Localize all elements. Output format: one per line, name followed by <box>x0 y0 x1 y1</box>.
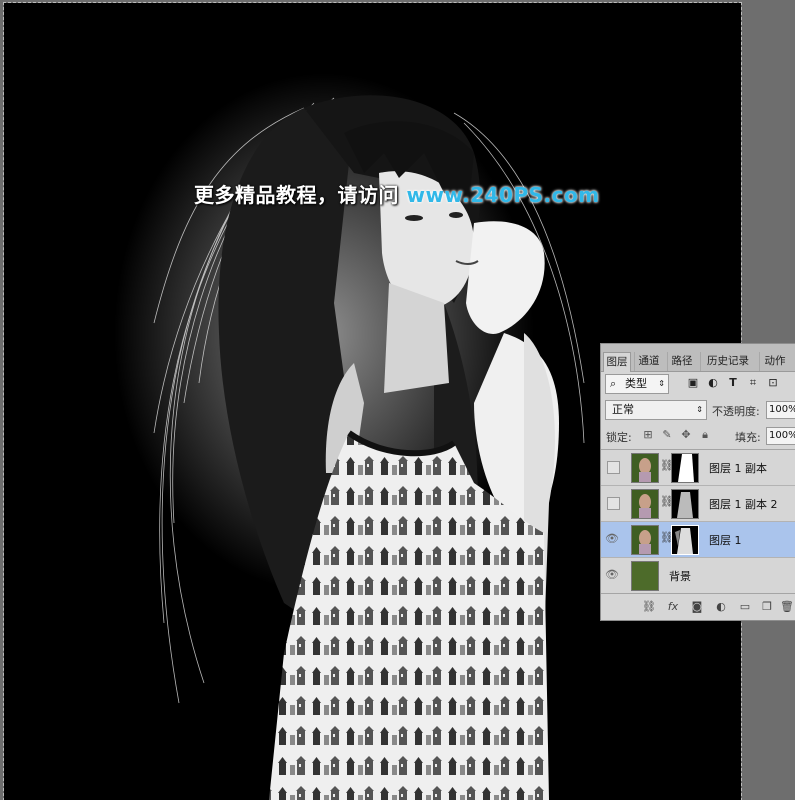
layer-thumbnail <box>631 489 659 519</box>
lock-image-icon[interactable]: ✎ <box>660 428 674 442</box>
new-group-icon[interactable]: ▭ <box>737 599 753 615</box>
adjustment-layer-icon[interactable]: ◐ <box>713 599 729 615</box>
layer-name[interactable]: 图层 1 副本 <box>709 460 767 476</box>
kind-filter-label: 类型 <box>625 377 647 390</box>
smart-object-filter-icon[interactable]: ⊡ <box>765 375 781 391</box>
tab-paths[interactable]: 路径 <box>667 352 696 371</box>
layer-mask-thumbnail[interactable] <box>671 489 699 519</box>
fx-icon[interactable]: fx <box>665 599 681 615</box>
new-layer-icon[interactable]: ❐ <box>759 599 775 615</box>
layer-row[interactable]: ⛓ 图层 1 副本 <box>601 450 795 486</box>
visibility-toggle[interactable] <box>607 461 620 474</box>
lock-transparent-icon[interactable]: ⊞ <box>641 428 655 442</box>
lock-position-icon[interactable]: ✥ <box>679 428 693 442</box>
watermark-url: www.240PS.com <box>406 183 600 207</box>
lock-all-icon[interactable]: 🔒︎ <box>698 428 712 442</box>
tab-actions[interactable]: 动作 <box>759 352 790 371</box>
watermark-cn: 更多精品教程，请访问 <box>194 183 407 207</box>
image-filter-icon[interactable]: ▣ <box>685 375 701 391</box>
tab-layers[interactable]: 图层 <box>603 352 631 372</box>
shape-filter-icon[interactable]: ⌗ <box>745 375 761 391</box>
layers-panel: 图层 通道 路径 历史记录 动作 ⌕ 类型 ⇕ ▣ ◐ T ⌗ ⊡ 正常 ⇕ 不… <box>600 343 795 621</box>
chevron-updown-icon: ⇕ <box>658 379 665 388</box>
tab-history[interactable]: 历史记录 <box>700 352 755 371</box>
layer-row[interactable]: ⛓ 图层 1 副本 2 <box>601 486 795 522</box>
add-mask-icon[interactable]: ◙ <box>689 599 705 615</box>
lock-label: 锁定: <box>606 431 632 444</box>
opacity-label: 不透明度: <box>712 405 760 418</box>
tab-channels[interactable]: 通道 <box>634 352 663 371</box>
opacity-field[interactable]: 100% <box>766 401 795 419</box>
background-swatch <box>631 561 659 591</box>
kind-filter-select[interactable]: ⌕ 类型 ⇕ <box>605 374 669 394</box>
layer-thumbnail <box>631 525 659 555</box>
panel-tabs: 图层 通道 路径 历史记录 动作 <box>601 344 795 372</box>
visibility-toggle[interactable] <box>607 497 620 510</box>
blend-mode-select[interactable]: 正常 ⇕ <box>605 400 707 420</box>
watermark-text: 更多精品教程，请访问 www.240PS.com <box>194 179 600 208</box>
layer-mask-thumbnail[interactable] <box>671 525 699 555</box>
layer-thumbnail <box>631 453 659 483</box>
delete-icon[interactable]: 🗑︎ <box>779 599 795 615</box>
type-filter-icon[interactable]: T <box>725 375 741 391</box>
link-icon[interactable]: ⛓ <box>641 599 657 615</box>
layer-name[interactable]: 图层 1 副本 2 <box>709 496 778 512</box>
fill-label: 填充: <box>735 431 761 444</box>
eye-icon[interactable]: 👁︎ <box>605 568 619 582</box>
panel-footer: ⛓ fx ◙ ◐ ▭ ❐ 🗑︎ <box>601 593 795 620</box>
layer-mask-thumbnail[interactable] <box>671 453 699 483</box>
layers-list: ⛓ 图层 1 副本 ⛓ 图层 1 副本 2 👁︎ ⛓ 图层 1 👁︎ 背景 <box>601 449 795 593</box>
fill-field[interactable]: 100% <box>766 427 795 445</box>
layer-name[interactable]: 图层 1 <box>709 532 742 548</box>
layer-row-selected[interactable]: 👁︎ ⛓ 图层 1 <box>601 522 795 558</box>
eye-icon[interactable]: 👁︎ <box>605 532 619 546</box>
search-icon: ⌕ <box>610 377 617 390</box>
layer-row[interactable]: 👁︎ 背景 <box>601 558 795 593</box>
layer-name[interactable]: 背景 <box>669 568 691 584</box>
chevron-updown-icon: ⇕ <box>696 405 703 414</box>
adjustment-filter-icon[interactable]: ◐ <box>705 375 721 391</box>
blend-mode-label: 正常 <box>612 403 634 416</box>
